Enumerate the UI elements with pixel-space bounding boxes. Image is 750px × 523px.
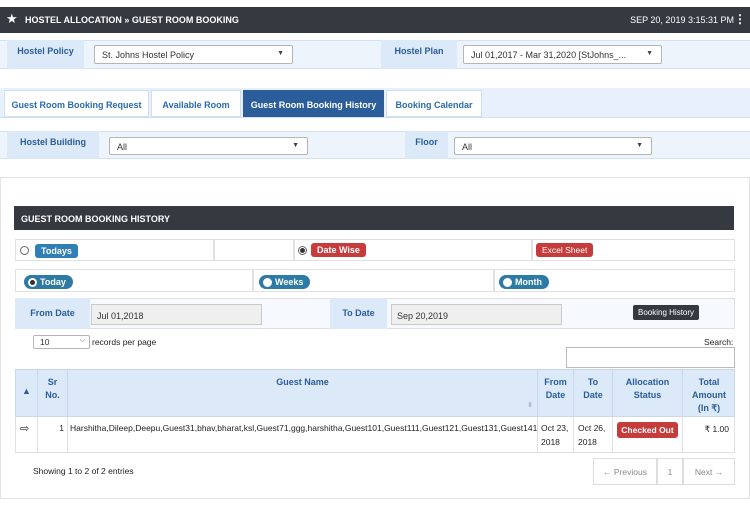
month-toggle[interactable]: Month	[499, 275, 549, 290]
chevron-down-icon: ▼	[636, 142, 643, 149]
more-menu-icon[interactable]: ⋮	[734, 12, 746, 26]
hostel-plan-value: Jul 01,2017 - Mar 31,2020 [StJohns_...	[471, 50, 627, 60]
expand-arrow-icon[interactable]: ⇨	[16, 417, 38, 453]
tab-guest-room-booking-history[interactable]: Guest Room Booking History	[243, 90, 384, 117]
col-guest-name[interactable]: Guest Name ⬍	[68, 370, 538, 418]
from-date-input[interactable]: Jul 01,2018	[91, 304, 262, 325]
cell-to-date: Oct 26, 2018	[574, 417, 613, 453]
to-date-label: To Date	[330, 298, 387, 329]
col-alloc-line1: Allocation	[625, 377, 670, 387]
floor-label: Floor	[405, 131, 448, 159]
todays-badge: Todays	[35, 244, 78, 258]
page-size-value: 10	[40, 337, 50, 347]
col-guest-label: Guest Name	[276, 377, 329, 387]
date-wise-radio[interactable]	[298, 246, 307, 255]
tab-guest-room-booking-request[interactable]: Guest Room Booking Request	[4, 90, 149, 117]
todays-option[interactable]: Todays	[15, 239, 214, 261]
hostel-policy-label: Hostel Policy	[7, 40, 84, 69]
excel-cell: Excel Sheet	[532, 239, 735, 261]
next-page-button[interactable]: Next →	[683, 458, 735, 485]
chevron-down-icon: ▼	[646, 50, 653, 57]
col-amt-line1: Total	[698, 377, 720, 387]
datetime-display: SEP 20, 2019 3:15:31 PM	[630, 15, 734, 25]
booking-history-button[interactable]: Booking History	[633, 305, 700, 320]
month-label: Month	[515, 277, 542, 287]
excel-sheet-button[interactable]: Excel Sheet	[536, 243, 594, 257]
sort-icon: ⬍	[527, 402, 533, 409]
col-from-line1: From	[544, 377, 567, 387]
hostel-plan-label: Hostel Plan	[381, 40, 457, 69]
page-size-select[interactable]: 10 ⌵	[33, 335, 90, 349]
cell-from-line2: 2018	[541, 437, 560, 447]
weeks-radio[interactable]	[263, 278, 272, 288]
hostel-building-label: Hostel Building	[7, 131, 99, 159]
floor-value: All	[462, 142, 473, 152]
tab-booking-calendar[interactable]: Booking Calendar	[386, 90, 482, 117]
search-input[interactable]	[566, 347, 735, 368]
star-icon[interactable]: ★	[6, 12, 18, 26]
cell-from-date: Oct 23, 2018	[538, 417, 574, 453]
table-row[interactable]: ⇨ 1 Harshitha,Dileep,Deepu,Guest31,bhav,…	[15, 417, 735, 453]
app-header: ★ HOSTEL ALLOCATION » GUEST ROOM BOOKING…	[0, 7, 750, 33]
chevron-down-icon: ▼	[292, 142, 299, 149]
cell-allocation-status: Checked Out	[613, 417, 683, 453]
col-sr-line1: Sr	[47, 377, 58, 387]
spacer-cell	[214, 239, 294, 261]
today-cell: Today	[15, 269, 253, 292]
hostel-plan-select[interactable]: Jul 01,2017 - Mar 31,2020 [StJohns_... ▼	[463, 45, 662, 64]
weeks-cell: Weeks	[253, 269, 494, 292]
records-per-page-label: records per page	[92, 337, 157, 347]
month-cell: Month	[494, 269, 735, 292]
col-to-line1: To	[587, 377, 599, 387]
today-label: Today	[40, 277, 66, 287]
hostel-building-value: All	[117, 142, 128, 152]
previous-page-button[interactable]: ← Previous	[593, 458, 657, 485]
weeks-toggle[interactable]: Weeks	[259, 275, 311, 290]
page-1-button[interactable]: 1	[657, 458, 683, 485]
date-wise-badge: Date Wise	[311, 243, 366, 257]
today-toggle[interactable]: Today	[24, 275, 73, 290]
entries-info: Showing 1 to 2 of 2 entries	[33, 466, 134, 476]
date-wise-option[interactable]: Date Wise	[294, 239, 532, 261]
hostel-policy-select[interactable]: St. Johns Hostel Policy ▼	[94, 45, 293, 64]
month-radio[interactable]	[503, 278, 512, 288]
col-sr-line2: No.	[45, 390, 60, 400]
hostel-building-select[interactable]: All ▼	[109, 137, 308, 155]
weeks-label: Weeks	[275, 277, 304, 287]
col-to-date[interactable]: To Date	[574, 370, 613, 418]
col-total-amount[interactable]: Total Amount (In ₹)	[683, 370, 735, 418]
col-to-line2: Date	[583, 390, 603, 400]
todays-radio[interactable]	[20, 246, 29, 255]
col-from-line2: Date	[545, 390, 566, 400]
chevron-down-icon: ⌵	[79, 337, 85, 344]
history-title: GUEST ROOM BOOKING HISTORY	[14, 206, 734, 230]
from-date-label: From Date	[15, 298, 90, 329]
col-allocation-status[interactable]: Allocation Status	[613, 370, 683, 418]
status-badge: Checked Out	[617, 422, 678, 438]
chevron-down-icon: ▼	[277, 50, 284, 57]
cell-sr-no: 1	[38, 417, 68, 453]
floor-select[interactable]: All ▼	[454, 137, 652, 155]
to-date-input[interactable]: Sep 20,2019	[391, 304, 562, 325]
col-from-date[interactable]: From Date	[538, 370, 574, 418]
tab-available-room[interactable]: Available Room	[151, 90, 241, 117]
table-header: ▲ Sr No. Guest Name ⬍ From Date To Date Allo…	[15, 369, 735, 418]
col-amt-line3: (In ₹)	[697, 403, 721, 413]
hostel-policy-value: St. Johns Hostel Policy	[102, 50, 195, 60]
search-label: Search:	[704, 337, 734, 347]
col-amt-line2: Amount	[692, 390, 726, 400]
cell-from-line1: Oct 23,	[541, 423, 569, 433]
cell-to-line2: 2018	[578, 437, 597, 447]
cell-total-amount: ₹ 1.00	[704, 424, 729, 434]
col-alloc-line2: Status	[633, 390, 662, 400]
breadcrumb-title: HOSTEL ALLOCATION » GUEST ROOM BOOKING	[25, 15, 239, 25]
col-sr-no[interactable]: Sr No.	[38, 370, 68, 418]
cell-to-line1: Oct 26,	[578, 423, 606, 433]
sort-asc-icon[interactable]: ▲	[16, 370, 38, 418]
cell-guest-name: Harshitha,Dileep,Deepu,Guest31,bhav,bhar…	[68, 417, 538, 453]
today-radio[interactable]	[28, 278, 37, 288]
